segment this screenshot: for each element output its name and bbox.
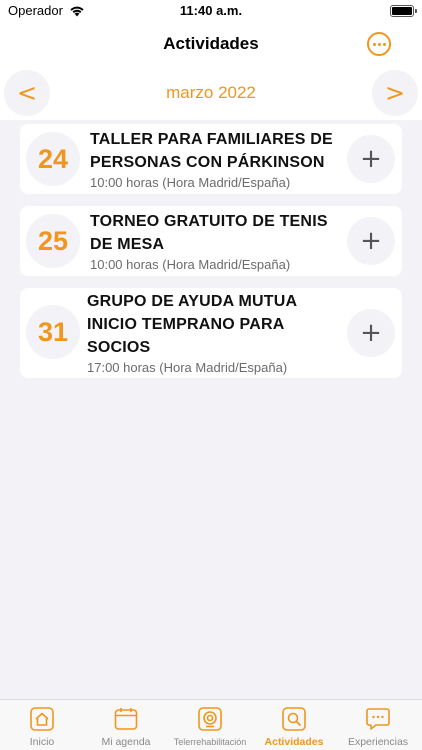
more-options-button[interactable]: [367, 32, 391, 56]
event-day: 25: [26, 214, 80, 268]
month-selector: < marzo 2022 >: [0, 70, 422, 116]
tab-label: Telerrehabilitación: [173, 737, 247, 747]
event-title: TALLER PARA FAMILIARES DE PERSONAS CON P…: [90, 131, 333, 171]
event-card[interactable]: 24 TALLER PARA FAMILIARES DE PERSONAS CO…: [20, 124, 402, 194]
event-card[interactable]: 31 GRUPO DE AYUDA MUTUA INICIO TEMPRANO …: [20, 288, 402, 378]
tab-actividades[interactable]: Actividades: [252, 700, 336, 750]
home-icon: [30, 707, 54, 731]
search-icon: [282, 707, 306, 731]
tab-experiencias[interactable]: Experiencias: [336, 700, 420, 750]
event-title: TORNEO GRATUITO DE TENIS DE MESA: [90, 213, 328, 253]
top-area: Operador 11:40 a.m. Actividades < marzo …: [0, 0, 422, 120]
event-text: TALLER PARA FAMILIARES DE PERSONAS CON P…: [90, 128, 346, 191]
battery-icon: [390, 5, 417, 17]
status-bar: Operador 11:40 a.m.: [0, 0, 422, 22]
navigation-bar: Actividades: [0, 22, 422, 66]
event-day: 24: [26, 132, 80, 186]
event-card[interactable]: 25 TORNEO GRATUITO DE TENIS DE MESA 10:0…: [20, 206, 402, 276]
tab-bar: Inicio Mi agenda Telerrehabilitación Act…: [0, 699, 422, 750]
month-label: marzo 2022: [166, 83, 256, 102]
add-event-button[interactable]: +: [347, 309, 395, 357]
event-text: TORNEO GRATUITO DE TENIS DE MESA 10:00 h…: [90, 210, 346, 273]
event-text: GRUPO DE AYUDA MUTUA INICIO TEMPRANO PAR…: [87, 290, 343, 376]
tab-label: Actividades: [264, 736, 324, 748]
webcam-icon: [198, 707, 222, 731]
tab-inicio[interactable]: Inicio: [0, 700, 84, 750]
tab-telerrehabilitacion[interactable]: Telerrehabilitación: [168, 700, 252, 750]
add-event-button[interactable]: +: [347, 135, 395, 183]
event-time: 10:00 horas (Hora Madrid/España): [90, 257, 291, 272]
tab-label: Mi agenda: [101, 736, 151, 748]
next-month-button[interactable]: >: [372, 70, 418, 116]
tab-mi-agenda[interactable]: Mi agenda: [84, 700, 168, 750]
ellipsis-circle-icon: [372, 42, 376, 46]
event-title: GRUPO DE AYUDA MUTUA INICIO TEMPRANO PAR…: [87, 293, 297, 356]
event-time: 10:00 horas (Hora Madrid/España): [90, 175, 291, 190]
chat-bubble-icon: [366, 708, 390, 730]
tab-label: Inicio: [29, 736, 55, 748]
calendar-icon: [114, 708, 138, 730]
page-title: Actividades: [163, 34, 259, 53]
event-time: 17:00 horas (Hora Madrid/España): [87, 360, 288, 375]
event-day: 31: [26, 305, 80, 359]
clock: 11:40 a.m.: [179, 3, 243, 18]
add-event-button[interactable]: +: [347, 217, 395, 265]
tab-label: Experiencias: [347, 736, 409, 748]
